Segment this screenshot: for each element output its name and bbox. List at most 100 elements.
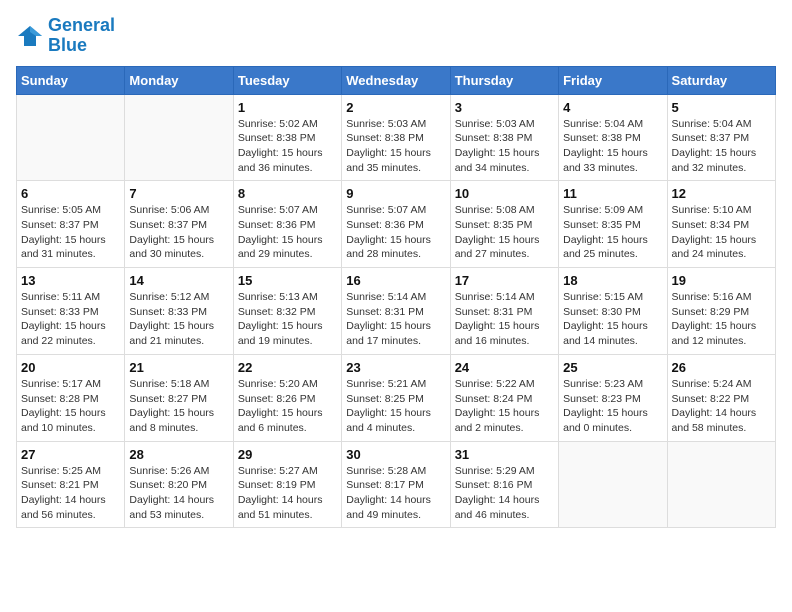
calendar-cell: 9Sunrise: 5:07 AM Sunset: 8:36 PM Daylig… — [342, 181, 450, 268]
day-info: Sunrise: 5:23 AM Sunset: 8:23 PM Dayligh… — [563, 377, 662, 436]
day-info: Sunrise: 5:11 AM Sunset: 8:33 PM Dayligh… — [21, 290, 120, 349]
day-number: 23 — [346, 360, 445, 375]
calendar-table: SundayMondayTuesdayWednesdayThursdayFrid… — [16, 66, 776, 529]
calendar-header: SundayMondayTuesdayWednesdayThursdayFrid… — [17, 66, 776, 94]
calendar-cell: 3 Sunrise: 5:03 AM Sunset: 8:38 PM Daylig… — [450, 94, 558, 181]
day-header-monday: Monday — [125, 66, 233, 94]
day-number: 12 — [672, 186, 771, 201]
calendar-week-4: 20 Sunrise: 5:17 AM Sunset: 8:28 PM Dayli… — [17, 354, 776, 441]
day-info: Sunrise: 5:14 AM Sunset: 8:31 PM Dayligh… — [346, 290, 445, 349]
day-header-friday: Friday — [559, 66, 667, 94]
calendar-cell: 6 Sunrise: 5:05 AM Sunset: 8:37 PM Daylig… — [17, 181, 125, 268]
day-header-wednesday: Wednesday — [342, 66, 450, 94]
day-info: Sunrise: 5:14 AM Sunset: 8:31 PM Dayligh… — [455, 290, 554, 349]
day-number: 26 — [672, 360, 771, 375]
day-number: 24 — [455, 360, 554, 375]
day-number: 11 — [563, 186, 662, 201]
calendar-cell: 11 Sunrise: 5:09 AM Sunset: 8:35 PM Dayli… — [559, 181, 667, 268]
day-info: Sunrise: 5:21 AM Sunset: 8:25 PM Dayligh… — [346, 377, 445, 436]
calendar-cell — [125, 94, 233, 181]
day-info: Sunrise: 5:17 AM Sunset: 8:28 PM Dayligh… — [21, 377, 120, 436]
day-info: Sunrise: 5:07 AM Sunset: 8:36 PM Dayligh… — [238, 203, 337, 262]
day-number: 14 — [129, 273, 228, 288]
day-number: 7 — [129, 186, 228, 201]
day-info: Sunrise: 5:07 AM Sunset: 8:36 PM Dayligh… — [346, 203, 445, 262]
calendar-cell: 16 Sunrise: 5:14 AM Sunset: 8:31 PM Dayli… — [342, 268, 450, 355]
calendar-cell: 26 Sunrise: 5:24 AM Sunset: 8:22 PM Dayli… — [667, 354, 775, 441]
calendar-cell: 7 Sunrise: 5:06 AM Sunset: 8:37 PM Daylig… — [125, 181, 233, 268]
day-number: 2 — [346, 100, 445, 115]
day-info: Sunrise: 5:05 AM Sunset: 8:37 PM Dayligh… — [21, 203, 120, 262]
calendar-cell: 28Sunrise: 5:26 AM Sunset: 8:20 PM Dayli… — [125, 441, 233, 528]
logo-icon — [16, 22, 44, 50]
day-info: Sunrise: 5:20 AM Sunset: 8:26 PM Dayligh… — [238, 377, 337, 436]
calendar-cell: 5 Sunrise: 5:04 AM Sunset: 8:37 PM Daylig… — [667, 94, 775, 181]
day-number: 3 — [455, 100, 554, 115]
day-info: Sunrise: 5:03 AM Sunset: 8:38 PM Dayligh… — [346, 117, 445, 176]
calendar-cell: 15 Sunrise: 5:13 AM Sunset: 8:32 PM Dayli… — [233, 268, 341, 355]
calendar-week-5: 27Sunrise: 5:25 AM Sunset: 8:21 PM Dayli… — [17, 441, 776, 528]
calendar-cell: 14 Sunrise: 5:12 AM Sunset: 8:33 PM Dayli… — [125, 268, 233, 355]
day-info: Sunrise: 5:04 AM Sunset: 8:38 PM Dayligh… — [563, 117, 662, 176]
calendar-cell: 29 Sunrise: 5:27 AM Sunset: 8:19 PM Dayli… — [233, 441, 341, 528]
calendar-cell: 13Sunrise: 5:11 AM Sunset: 8:33 PM Dayli… — [17, 268, 125, 355]
calendar-cell — [17, 94, 125, 181]
day-number: 20 — [21, 360, 120, 375]
calendar-cell: 20 Sunrise: 5:17 AM Sunset: 8:28 PM Dayli… — [17, 354, 125, 441]
day-number: 5 — [672, 100, 771, 115]
logo-text-line2: Blue — [48, 36, 115, 56]
day-number: 18 — [563, 273, 662, 288]
logo-text-line1: General — [48, 16, 115, 36]
calendar-cell — [559, 441, 667, 528]
day-info: Sunrise: 5:12 AM Sunset: 8:33 PM Dayligh… — [129, 290, 228, 349]
calendar-cell: 12Sunrise: 5:10 AM Sunset: 8:34 PM Dayli… — [667, 181, 775, 268]
calendar-cell — [667, 441, 775, 528]
calendar-cell: 23 Sunrise: 5:21 AM Sunset: 8:25 PM Dayli… — [342, 354, 450, 441]
day-info: Sunrise: 5:02 AM Sunset: 8:38 PM Dayligh… — [238, 117, 337, 176]
day-number: 1 — [238, 100, 337, 115]
calendar-cell: 24 Sunrise: 5:22 AM Sunset: 8:24 PM Dayli… — [450, 354, 558, 441]
day-info: Sunrise: 5:08 AM Sunset: 8:35 PM Dayligh… — [455, 203, 554, 262]
day-number: 17 — [455, 273, 554, 288]
day-number: 30 — [346, 447, 445, 462]
day-info: Sunrise: 5:28 AM Sunset: 8:17 PM Dayligh… — [346, 464, 445, 523]
day-number: 29 — [238, 447, 337, 462]
day-number: 31 — [455, 447, 554, 462]
day-number: 22 — [238, 360, 337, 375]
calendar-cell: 31 Sunrise: 5:29 AM Sunset: 8:16 PM Dayli… — [450, 441, 558, 528]
day-number: 15 — [238, 273, 337, 288]
day-info: Sunrise: 5:26 AM Sunset: 8:20 PM Dayligh… — [129, 464, 228, 523]
day-info: Sunrise: 5:13 AM Sunset: 8:32 PM Dayligh… — [238, 290, 337, 349]
day-number: 8 — [238, 186, 337, 201]
day-number: 27 — [21, 447, 120, 462]
day-info: Sunrise: 5:29 AM Sunset: 8:16 PM Dayligh… — [455, 464, 554, 523]
day-info: Sunrise: 5:06 AM Sunset: 8:37 PM Dayligh… — [129, 203, 228, 262]
day-info: Sunrise: 5:09 AM Sunset: 8:35 PM Dayligh… — [563, 203, 662, 262]
page-header: General Blue — [16, 16, 776, 56]
day-info: Sunrise: 5:04 AM Sunset: 8:37 PM Dayligh… — [672, 117, 771, 176]
day-info: Sunrise: 5:27 AM Sunset: 8:19 PM Dayligh… — [238, 464, 337, 523]
calendar-cell: 19Sunrise: 5:16 AM Sunset: 8:29 PM Dayli… — [667, 268, 775, 355]
calendar-cell: 22 Sunrise: 5:20 AM Sunset: 8:26 PM Dayli… — [233, 354, 341, 441]
day-info: Sunrise: 5:16 AM Sunset: 8:29 PM Dayligh… — [672, 290, 771, 349]
day-header-thursday: Thursday — [450, 66, 558, 94]
day-header-tuesday: Tuesday — [233, 66, 341, 94]
calendar-week-3: 13Sunrise: 5:11 AM Sunset: 8:33 PM Dayli… — [17, 268, 776, 355]
day-number: 6 — [21, 186, 120, 201]
calendar-cell: 17 Sunrise: 5:14 AM Sunset: 8:31 PM Dayli… — [450, 268, 558, 355]
calendar-cell: 21Sunrise: 5:18 AM Sunset: 8:27 PM Dayli… — [125, 354, 233, 441]
day-info: Sunrise: 5:15 AM Sunset: 8:30 PM Dayligh… — [563, 290, 662, 349]
day-info: Sunrise: 5:18 AM Sunset: 8:27 PM Dayligh… — [129, 377, 228, 436]
day-info: Sunrise: 5:22 AM Sunset: 8:24 PM Dayligh… — [455, 377, 554, 436]
calendar-cell: 4 Sunrise: 5:04 AM Sunset: 8:38 PM Daylig… — [559, 94, 667, 181]
day-number: 4 — [563, 100, 662, 115]
calendar-cell: 8 Sunrise: 5:07 AM Sunset: 8:36 PM Daylig… — [233, 181, 341, 268]
day-number: 16 — [346, 273, 445, 288]
calendar-cell: 18 Sunrise: 5:15 AM Sunset: 8:30 PM Dayli… — [559, 268, 667, 355]
logo: General Blue — [16, 16, 115, 56]
day-info: Sunrise: 5:24 AM Sunset: 8:22 PM Dayligh… — [672, 377, 771, 436]
day-number: 10 — [455, 186, 554, 201]
day-number: 25 — [563, 360, 662, 375]
day-info: Sunrise: 5:03 AM Sunset: 8:38 PM Dayligh… — [455, 117, 554, 176]
calendar-week-2: 6 Sunrise: 5:05 AM Sunset: 8:37 PM Daylig… — [17, 181, 776, 268]
